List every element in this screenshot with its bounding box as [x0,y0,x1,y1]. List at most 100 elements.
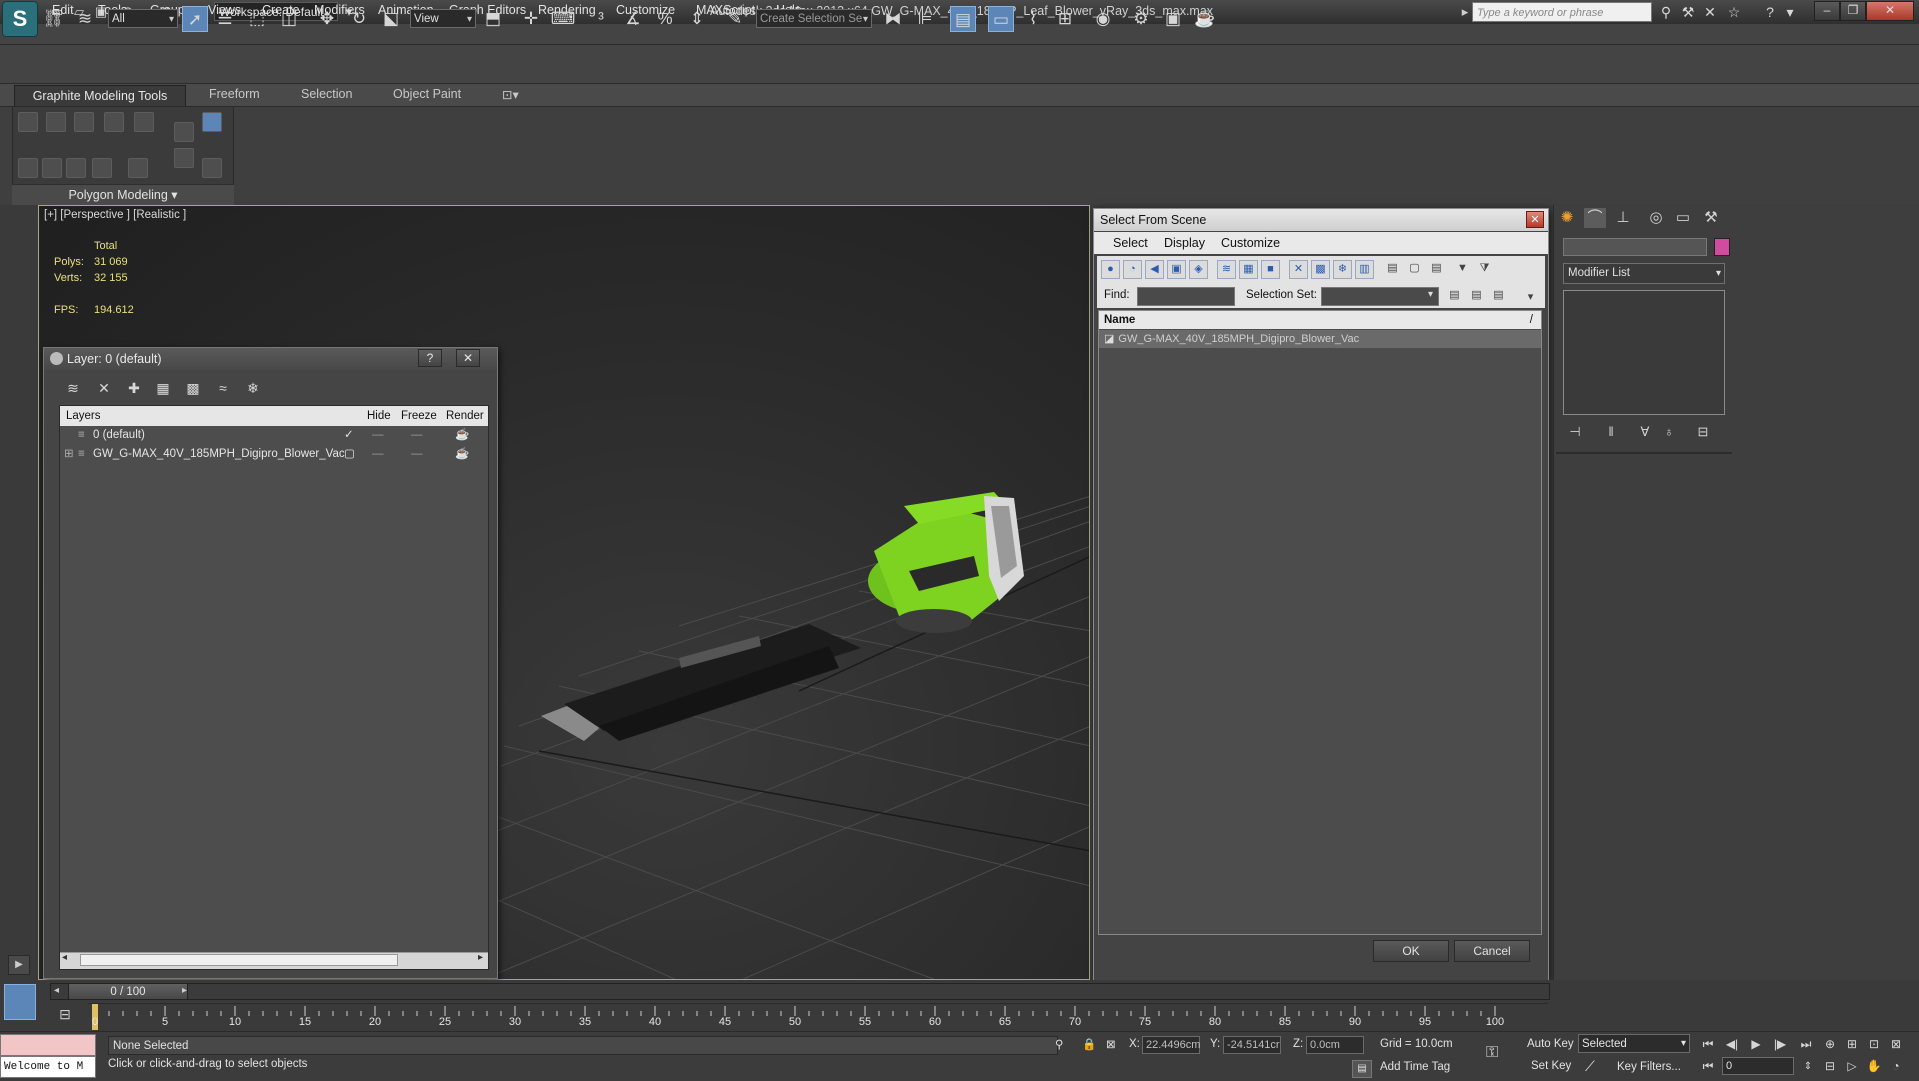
display-invert-icon[interactable]: ▤ [1427,260,1446,279]
selection-lock-icon[interactable]: 🔒 [1082,1037,1096,1051]
auto-key-button[interactable]: Auto Key [1527,1038,1574,1050]
bind-to-space-warp-icon[interactable]: ≋ [72,6,98,32]
current-layer-check-icon[interactable]: ✓ [344,426,354,445]
make-current-layer-box-icon[interactable]: ▢ [344,445,355,464]
display-lights-icon[interactable]: ◀ [1145,260,1164,279]
communication-center-icon[interactable]: ✕ [1700,3,1720,21]
orbit-icon[interactable]: ◔ [1886,1058,1906,1075]
display-cameras-icon[interactable]: ▣ [1167,260,1186,279]
edit-named-selection-icon[interactable]: ✎ [722,6,748,32]
display-geometry-icon[interactable]: ● [1101,260,1120,279]
cancel-button[interactable]: Cancel [1454,940,1530,962]
freeze-toggle[interactable]: — [411,445,423,464]
minimize-button[interactable]: – [1814,1,1840,21]
time-slider-next-icon[interactable]: ▸ [182,985,187,996]
make-unique-icon[interactable]: ∀ [1635,423,1655,441]
pin-stack-icon[interactable]: ⊣ [1565,423,1585,441]
time-tag-icon[interactable]: ▤ [1352,1060,1372,1078]
field-of-view-icon[interactable]: ▷ [1842,1058,1862,1075]
binoculars-icon[interactable]: ⚲ [1656,3,1676,21]
freeze-unfreeze-all-layers-icon[interactable]: ❄ [242,378,264,398]
add-time-tag-button[interactable]: Add Time Tag [1380,1061,1450,1073]
ribbon-options-icon[interactable]: ⊡▾ [502,87,519,102]
highlight-selected-layer-icon[interactable]: ▩ [182,378,204,398]
display-containers-icon[interactable]: ▩ [1311,260,1330,279]
select-object-icon[interactable]: ➚ [182,6,208,32]
next-modifier-icon[interactable] [174,148,194,168]
frame-spinner-icon[interactable]: ⇕ [1798,1058,1818,1075]
curve-editor-icon[interactable]: ⌇ [1020,6,1046,32]
apply-modifier-icon[interactable] [202,158,222,178]
layer-close-button[interactable]: ✕ [456,349,480,367]
zoom-extents-icon[interactable]: ⊡ [1864,1036,1884,1053]
display-space-warps-icon[interactable]: ≋ [1217,260,1236,279]
time-configuration-icon[interactable]: ⊟ [1820,1058,1840,1075]
layer-row[interactable]: ≡ 0 (default) ✓ — — ☕ [60,426,488,445]
viewport-label-menu[interactable]: [+] [Perspective ] [Realistic ] [44,209,186,221]
sfs-menu-select[interactable]: Select [1113,236,1148,250]
display-xrefs-icon[interactable]: ■ [1261,260,1280,279]
render-production-icon[interactable]: ☕ [1192,6,1218,32]
current-frame-field[interactable]: 0 [1722,1057,1794,1075]
tab-selection[interactable]: Selection [301,87,352,101]
modify-mode-icon[interactable] [174,122,194,142]
tab-graphite-modeling-tools[interactable]: Graphite Modeling Tools [14,85,186,107]
border-subobject-icon[interactable] [74,112,94,132]
display-frozen-icon[interactable]: ❄ [1333,260,1352,279]
material-editor-icon[interactable]: ◉ [1090,6,1116,32]
default-in-out-tangents-icon[interactable]: ⟋ [1585,1058,1595,1075]
previous-frame-icon[interactable]: ◀| [1722,1036,1742,1053]
unlink-selection-icon[interactable]: ⛓ [40,6,66,32]
next-frame-icon[interactable]: |▶ [1770,1036,1790,1053]
polygon-subobject-icon[interactable] [104,112,124,132]
scroll-right-icon[interactable]: ▸ [478,952,483,963]
selection-filter-dropdown[interactable]: All [108,9,178,29]
pan-view-icon[interactable]: ✋ [1864,1058,1884,1075]
delete-layer-icon[interactable]: ✕ [93,378,115,398]
subscription-center-icon[interactable]: ⚒ [1678,3,1698,21]
remove-selection-set-icon[interactable]: ▤ [1467,287,1486,306]
display-all-icon[interactable]: ▤ [1383,260,1402,279]
element-subobject-icon[interactable] [134,112,154,132]
app-logo-button[interactable]: S [2,1,38,37]
display-hidden-icon[interactable]: ▥ [1355,260,1374,279]
rendered-frame-window-icon[interactable]: ▣ [1160,6,1186,32]
go-to-start-icon[interactable]: ⏮ [1698,1036,1718,1053]
render-teapot-icon[interactable]: ☕ [455,426,469,445]
select-from-scene-title-bar[interactable]: Select From Scene [1094,209,1548,231]
reference-coordinate-dropdown[interactable]: View [410,9,476,29]
snaps-toggle-icon[interactable]: ³ [588,6,614,32]
sfs-menu-customize[interactable]: Customize [1221,236,1280,250]
display-groups-icon[interactable]: ▦ [1239,260,1258,279]
layer-help-button[interactable]: ? [418,349,442,367]
select-set-members-icon[interactable]: ▤ [1489,287,1508,306]
column-render[interactable]: Render [446,406,484,426]
maxscript-mini-listener-input[interactable]: Welcome to M [0,1056,96,1078]
y-coordinate-field[interactable]: -24.5141cr [1223,1036,1281,1054]
toolbar-overflow-icon[interactable]: ▾ [1521,289,1540,308]
set-key-button[interactable]: Set Key [1531,1060,1571,1072]
display-helpers-icon[interactable]: ◈ [1189,260,1208,279]
hierarchy-tab-icon[interactable]: ⊥ [1612,208,1634,228]
display-none-icon[interactable]: ▢ [1405,260,1424,279]
scroll-left-icon[interactable]: ◂ [62,952,67,963]
object-color-swatch[interactable] [1714,238,1730,256]
filter-icon[interactable]: ▼ [1453,260,1472,279]
tab-freeform[interactable]: Freeform [209,87,260,101]
track-bar-menu-icon[interactable]: ⊟ [52,1006,78,1026]
isolate-selection-icon[interactable]: ⚲ [1055,1037,1063,1051]
expand-layer-icon[interactable]: ⊞ [64,445,74,464]
scene-object-row[interactable]: ◪ GW_G-MAX_40V_185MPH_Digipro_Blower_Vac [1099,330,1541,348]
modifier-stack[interactable] [1563,290,1725,415]
favorites-star-icon[interactable]: ☆ [1724,3,1744,21]
spinner-snap-icon[interactable]: ⇕ [684,6,710,32]
zoom-all-icon[interactable]: ⊞ [1842,1036,1862,1053]
select-and-scale-icon[interactable]: ⬕ [378,6,404,32]
selection-set-dropdown[interactable] [1321,287,1439,306]
play-animation-icon[interactable]: ▶ [1746,1036,1766,1053]
maxscript-listener-output[interactable] [0,1034,96,1056]
column-hide[interactable]: Hide [367,406,391,426]
display-shapes-icon[interactable]: ◔ [1123,260,1142,279]
mini-curve-editor-toggle[interactable] [4,984,36,1020]
pivot-center-icon[interactable]: ⬒ [480,6,506,32]
